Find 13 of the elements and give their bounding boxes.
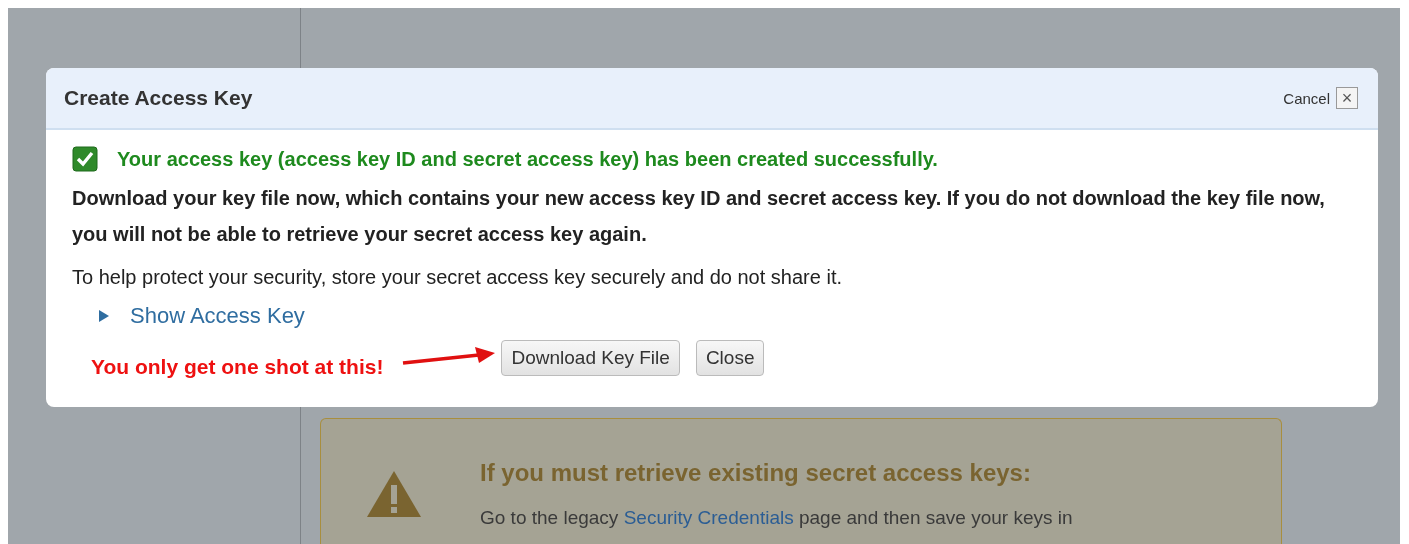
show-access-key-link[interactable]: Show Access Key bbox=[130, 303, 305, 329]
warning-message: Download your key file now, which contains your new access key ID and secret access key. If you do not download the key file now, you will not be able to retrieve your secret access key again. bbox=[72, 186, 1326, 247]
dialog-button[interactable]: Close bbox=[695, 340, 765, 376]
annotation-text: You only get one shot at this! bbox=[91, 355, 384, 379]
warning-text: Go to the legacy Security Credentials page and then save your keys in bbox=[480, 507, 1073, 529]
success-message: Your access key (access key ID and secret access key) has been created successfully. bbox=[117, 147, 938, 171]
info-text: To help protect your security, store your secret access key securely and do not share it. bbox=[72, 266, 843, 289]
warning-heading: If you must retrieve existing secret access keys: bbox=[480, 459, 1032, 487]
dialog-title: Create Access Key bbox=[64, 86, 253, 110]
cancel-link[interactable]: Cancel bbox=[1283, 89, 1330, 107]
warning-icon bbox=[365, 469, 423, 519]
close-button[interactable]: × bbox=[1336, 87, 1358, 109]
dialog-button[interactable]: Download Key File bbox=[501, 340, 680, 376]
